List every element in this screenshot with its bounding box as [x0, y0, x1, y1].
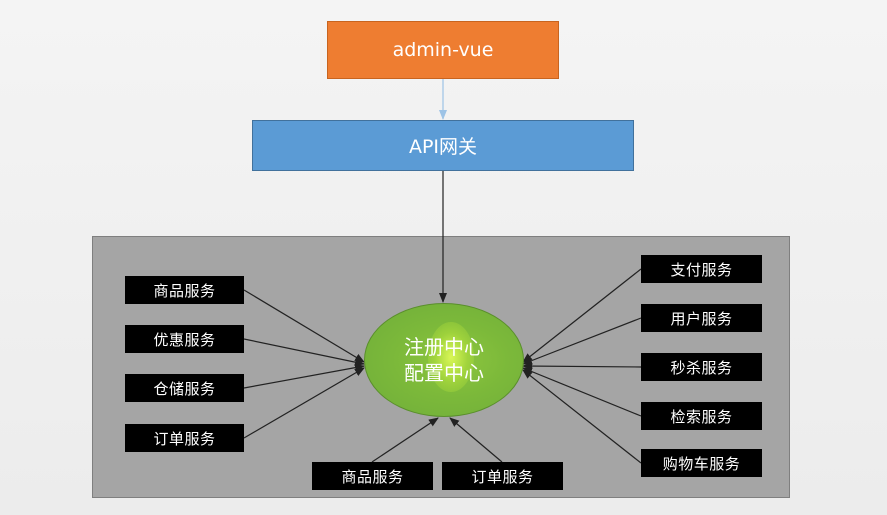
api-gateway-box: API网关 [252, 120, 634, 171]
service-label: 秒杀服务 [670, 358, 733, 377]
api-gateway-label: API网关 [408, 136, 478, 158]
bottom-service-order: 订单服务 [442, 462, 563, 490]
right-service-cart: 购物车服务 [641, 449, 762, 477]
service-label: 商品服务 [341, 467, 404, 486]
service-label: 支付服务 [670, 260, 733, 279]
arrow-left-warehouse [243, 363, 365, 389]
left-service-order: 订单服务 [125, 424, 244, 452]
arrow-right-search [522, 367, 642, 417]
admin-vue-box: admin-vue [327, 21, 559, 79]
service-label: 检索服务 [670, 407, 733, 426]
left-service-product: 商品服务 [125, 276, 244, 304]
service-label: 仓储服务 [153, 379, 216, 398]
left-service-coupon: 优惠服务 [125, 325, 244, 353]
service-label: 订单服务 [471, 467, 534, 486]
config-center-label: 配置中心 [404, 361, 484, 385]
service-label: 商品服务 [153, 281, 216, 300]
arrow-right-user [522, 317, 642, 365]
service-label: 购物车服务 [662, 454, 741, 473]
arrow-right-cart [522, 369, 642, 464]
right-service-user: 用户服务 [641, 304, 762, 332]
registry-config-center: 注册中心 配置中心 [364, 303, 524, 417]
admin-vue-label: admin-vue [392, 39, 494, 61]
arrow-right-payment [522, 268, 642, 363]
arrow-right-seckill [522, 362, 642, 371]
arrow-bottom-order [449, 417, 503, 463]
registry-center-label: 注册中心 [404, 335, 484, 359]
right-service-search: 检索服务 [641, 402, 762, 430]
left-service-warehouse: 仓储服务 [125, 374, 244, 402]
bottom-service-product: 商品服务 [312, 462, 433, 490]
arrow-bottom-product [371, 417, 439, 463]
right-service-seckill: 秒杀服务 [641, 353, 762, 381]
right-service-payment: 支付服务 [641, 255, 762, 283]
service-label: 优惠服务 [153, 330, 216, 349]
architecture-diagram: admin-vue API网关 注册中心 配置中心 商品服务 优惠服务 仓储服务… [0, 0, 887, 515]
service-label: 订单服务 [153, 429, 216, 448]
arrow-left-order [243, 367, 365, 439]
service-label: 用户服务 [670, 309, 733, 328]
